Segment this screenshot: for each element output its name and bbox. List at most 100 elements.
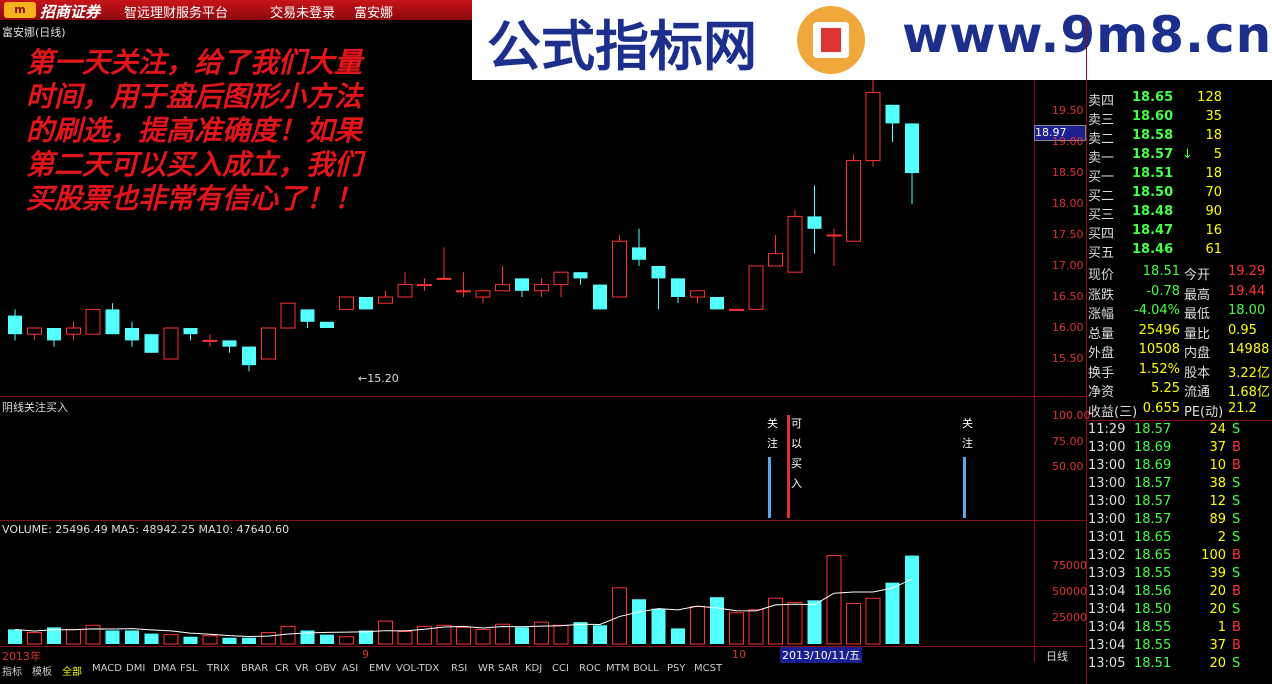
order-price: 18.46 (1132, 242, 1174, 257)
tick-row: 13:00 18.57 89 S (1086, 512, 1272, 531)
volume-bar (436, 624, 452, 645)
stat-key: 收益(三) (1088, 404, 1138, 420)
order-price: 18.48 (1132, 204, 1174, 219)
volume-tick: 25000 (1052, 611, 1087, 624)
candle-body (807, 216, 822, 229)
candle-body (593, 284, 607, 310)
candle-body (202, 339, 218, 342)
candle-body (222, 340, 237, 347)
axis-divider (1034, 80, 1035, 662)
candle-body (553, 271, 569, 286)
tab-6[interactable]: FSL (180, 663, 198, 674)
order-row: 卖四 18.65 128 (1086, 90, 1272, 109)
tab-3[interactable]: MACD (92, 663, 122, 674)
tick-price: 18.55 (1134, 620, 1172, 635)
tab-5[interactable]: DMA (153, 663, 176, 674)
tab-0[interactable]: 指标 (2, 663, 22, 678)
tab-18[interactable]: KDJ (525, 663, 542, 674)
stat-row: 净资 5.25 流通 1.68亿 (1086, 381, 1272, 400)
tick-row: 13:00 18.69 37 B (1086, 440, 1272, 459)
stat-value: 14988 (1228, 342, 1270, 357)
candle-body (651, 266, 666, 279)
candle-body (573, 272, 588, 279)
tick-vol: 39 (1209, 566, 1226, 581)
candle-body (320, 321, 334, 328)
tab-21[interactable]: MTM (606, 663, 629, 674)
signal-label: 可以买入 (791, 417, 802, 490)
volume-bar (125, 630, 139, 644)
stat-key: 涨幅 (1088, 307, 1115, 322)
volume-bar (710, 597, 724, 644)
tab-12[interactable]: ASI (342, 663, 358, 674)
tab-20[interactable]: ROC (579, 663, 601, 674)
tick-row: 13:00 18.57 38 S (1086, 476, 1272, 495)
candle-body (27, 327, 42, 335)
tab-8[interactable]: BRAR (241, 663, 268, 674)
volume-bar (690, 606, 705, 645)
tick-vol: 100 (1201, 548, 1226, 563)
tab-7[interactable]: TRIX (207, 663, 230, 674)
price-tick: 17.50 (1052, 228, 1084, 241)
tab-22[interactable]: BOLL (633, 663, 659, 674)
tick-price: 18.57 (1134, 422, 1172, 437)
order-label: 买三 (1088, 208, 1115, 223)
volume-bar (671, 628, 685, 644)
tick-row: 13:02 18.65 100 B (1086, 548, 1272, 567)
tab-2[interactable]: 全部 (62, 663, 82, 678)
stat-key: 最低 (1184, 307, 1211, 322)
tick-price: 18.57 (1134, 494, 1172, 509)
order-vol: 61 (1205, 242, 1222, 257)
tick-vol: 12 (1209, 494, 1226, 509)
candle-body (417, 284, 432, 287)
tick-dir: S (1232, 656, 1241, 671)
tab-10[interactable]: VR (295, 663, 309, 674)
volume-bar (105, 630, 120, 644)
volume-bar (573, 622, 588, 644)
order-vol: 128 (1197, 90, 1222, 105)
volume-bar (632, 599, 646, 644)
volume-bar (222, 637, 237, 644)
tab-19[interactable]: CCI (552, 663, 569, 674)
tick-row: 13:03 18.55 39 S (1086, 566, 1272, 585)
tab-11[interactable]: OBV (315, 663, 336, 674)
stat-key: 今开 (1184, 268, 1211, 283)
tab-15[interactable]: RSI (451, 663, 467, 674)
candlestick-chart[interactable] (0, 0, 1034, 662)
stat-value: 18.51 (1142, 264, 1180, 279)
volume-bar (397, 631, 413, 645)
tab-14[interactable]: VOL-TDX (396, 663, 439, 674)
candle-body (495, 284, 510, 292)
order-vol: 5 (1213, 147, 1222, 162)
tick-price: 18.65 (1134, 548, 1172, 563)
tick-row: 13:04 18.56 20 B (1086, 584, 1272, 603)
tick-vol: 10 (1209, 458, 1226, 473)
volume-bar (280, 625, 296, 645)
tab-16[interactable]: WR (478, 663, 495, 674)
tab-17[interactable]: SAR (498, 663, 518, 674)
volume-bar (320, 634, 334, 644)
tab-9[interactable]: CR (275, 663, 289, 674)
tab-23[interactable]: PSY (667, 663, 686, 674)
tick-price: 18.55 (1134, 566, 1172, 581)
candle-body (47, 328, 61, 341)
stat-key: 涨跌 (1088, 287, 1115, 303)
volume-bar (183, 636, 198, 644)
volume-title: VOLUME: 25496.49 MA5: 48942.25 MA10: 476… (2, 523, 290, 536)
cursor-date: 2013/10/11/五 (780, 647, 863, 663)
volume-bar (456, 626, 471, 645)
tick-vol: 37 (1209, 440, 1226, 455)
stat-key: 净资 (1088, 385, 1115, 400)
price-tick: 19.00 (1052, 135, 1084, 148)
tick-dir: S (1232, 422, 1241, 437)
tick-price: 18.51 (1134, 656, 1172, 671)
tab-24[interactable]: MCST (694, 663, 722, 674)
tick-dir: B (1232, 458, 1241, 473)
tab-4[interactable]: DMI (126, 663, 145, 674)
stat-key: PE(动) (1184, 404, 1224, 420)
order-label: 卖四 (1088, 94, 1115, 109)
candle-body (748, 265, 764, 310)
volume-bar (826, 555, 842, 645)
tab-1[interactable]: 模板 (32, 663, 52, 678)
tab-13[interactable]: EMV (369, 663, 391, 674)
period-label[interactable]: 日线 (1046, 648, 1068, 664)
